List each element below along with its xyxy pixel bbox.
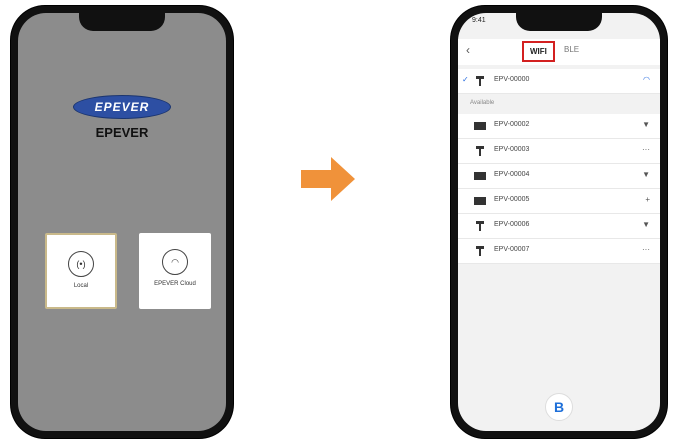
cloud-mode-label: EPEVER Cloud — [154, 281, 196, 287]
signal-icon: ▼ — [642, 170, 650, 179]
cloud-mode-card[interactable]: ◠ EPEVER Cloud — [139, 233, 211, 309]
device-box-icon — [474, 197, 486, 205]
wifi-signal-icon: ◠ — [643, 75, 650, 84]
top-nav: ‹ WIFI BLE — [458, 39, 660, 65]
back-chevron-icon[interactable]: ‹ — [466, 43, 470, 57]
device-box-icon — [474, 172, 486, 180]
bottom-action-button[interactable]: B — [545, 393, 573, 421]
signal-icon: ··· — [642, 145, 650, 154]
right-phone-screen: 9:41 ‹ WIFI BLE ✓ EPV-00000 ◠ Available … — [458, 13, 660, 431]
device-row[interactable]: EPV-00004 ▼ — [458, 164, 660, 189]
device-name: EPV-00004 — [494, 171, 530, 178]
signal-icon: ▼ — [642, 120, 650, 129]
device-tower-icon — [476, 76, 484, 86]
section-label: Available — [470, 100, 495, 106]
brand-name: EPEVER — [95, 125, 149, 140]
local-icon: (•) — [68, 251, 94, 277]
device-name: EPV-00000 — [494, 76, 530, 83]
epever-logo: EPEVER — [73, 95, 171, 119]
device-row[interactable]: EPV-00002 ▼ — [458, 114, 660, 139]
phone-notch — [516, 13, 602, 31]
local-mode-label: Local — [73, 283, 89, 289]
checkmark-icon: ✓ — [462, 75, 469, 84]
device-name: EPV-00006 — [494, 221, 530, 228]
signal-icon: ▼ — [642, 220, 650, 229]
device-tower-icon — [476, 246, 484, 256]
signal-icon: + — [645, 195, 650, 204]
signal-icon: ··· — [642, 245, 650, 254]
device-tower-icon — [476, 221, 484, 231]
device-name: EPV-00007 — [494, 246, 530, 253]
phone-notch — [79, 13, 165, 31]
device-box-icon — [474, 122, 486, 130]
cloud-icon: ◠ — [162, 249, 188, 275]
device-name: EPV-00002 — [494, 121, 530, 128]
status-time: 9:41 — [472, 17, 486, 24]
device-row[interactable]: EPV-00005 + — [458, 189, 660, 214]
logo-area: EPEVER EPEVER — [18, 95, 226, 140]
tab-wifi[interactable]: WIFI — [522, 41, 555, 62]
device-tower-icon — [476, 146, 484, 156]
device-row[interactable]: EPV-00003 ··· — [458, 139, 660, 164]
local-mode-card[interactable]: (•) Local — [45, 233, 117, 309]
device-row[interactable]: EPV-00006 ▼ — [458, 214, 660, 239]
device-row[interactable]: EPV-00007 ··· — [458, 239, 660, 264]
left-phone-screen: EPEVER EPEVER (•) Local ◠ EPEVER Cloud — [18, 13, 226, 431]
connected-device-row[interactable]: ✓ EPV-00000 ◠ — [458, 69, 660, 94]
arrow-right-icon — [301, 157, 355, 201]
left-phone: EPEVER EPEVER (•) Local ◠ EPEVER Cloud — [11, 6, 233, 438]
right-phone: 9:41 ‹ WIFI BLE ✓ EPV-00000 ◠ Available … — [451, 6, 667, 438]
device-name: EPV-00005 — [494, 196, 530, 203]
tab-bluetooth[interactable]: BLE — [564, 45, 579, 54]
device-name: EPV-00003 — [494, 146, 530, 153]
